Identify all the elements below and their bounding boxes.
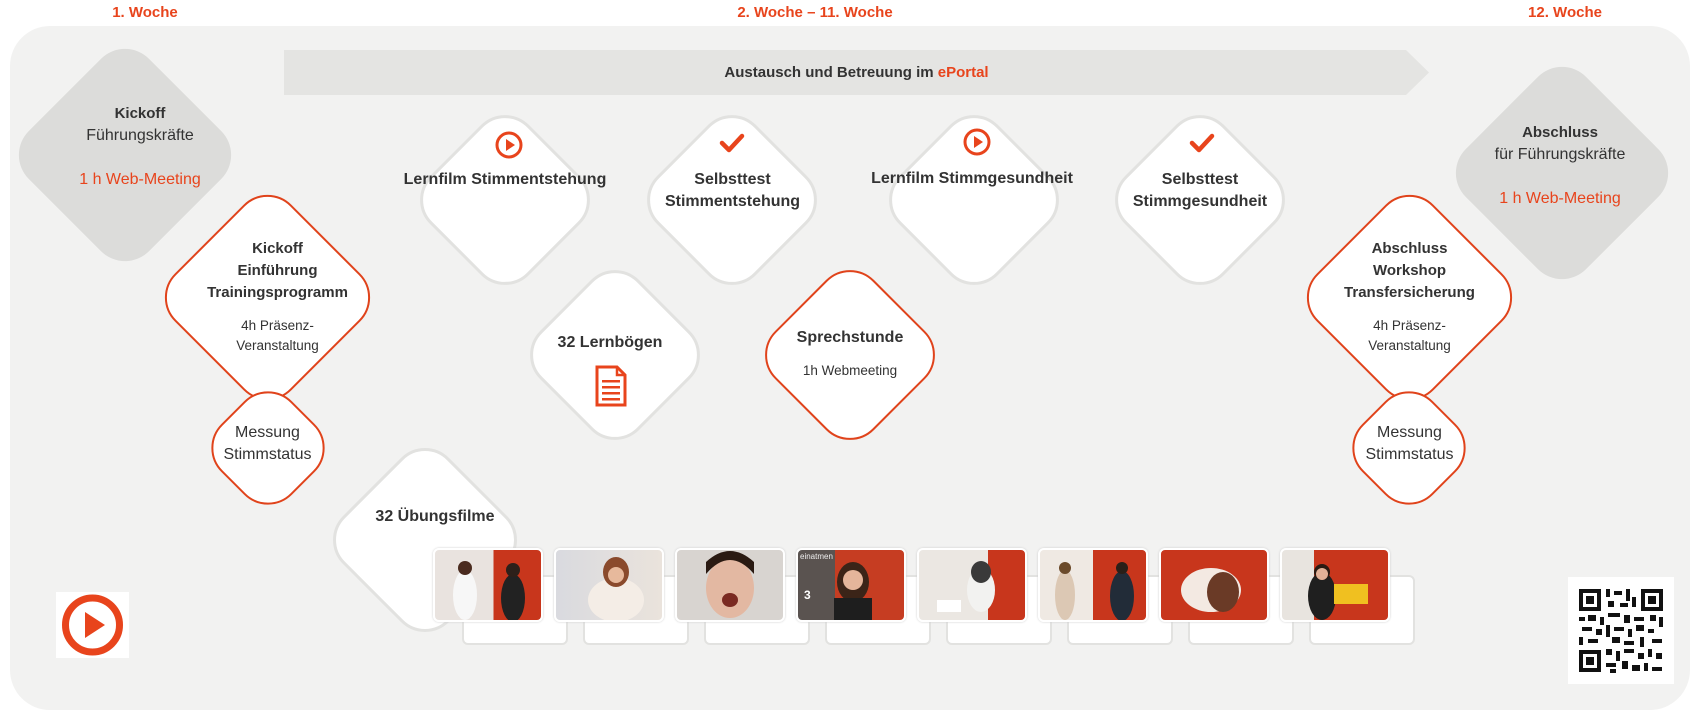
qr-code-icon[interactable] [1568,577,1674,684]
video-thumbnail-6[interactable] [1038,548,1148,622]
week-1-label: 1. Woche [112,4,178,21]
play-icon [494,130,524,160]
week-2-11-label: 2. Woche – 11. Woche [737,4,893,21]
kickoff-training-line2: Einführung [237,262,318,279]
kickoff-training-detail2: Veranstaltung [236,338,319,353]
abschluss-workshop-text: Abschluss Workshop Transfersicherung 4h … [1344,240,1475,353]
measurement-right-text: Messung Stimmstatus [1365,424,1454,463]
eportal-highlight: ePortal [937,64,989,81]
thumbnail-caption: einatmen [800,552,833,561]
abschluss-leaders-title: Abschluss [1522,124,1598,141]
lernfilm-gesundheit-label: Lernfilm Stimmgesundheit [871,170,1073,187]
measurement-left-text: Messung Stimmstatus [223,424,312,463]
check-icon [718,131,746,155]
video-thumbnail-3[interactable] [675,548,785,622]
lernboegen-label: 32 Lernbögen [557,334,663,351]
abschluss-leaders-meeting: 1 h Web-Meeting [1499,190,1621,207]
selbsttest-entstehung-text: Selbsttest Stimmentstehung [664,171,801,210]
kickoff-training-text: Kickoff Einführung Trainingsprogramm 4h … [180,238,375,356]
sprechstunde-text: Sprechstunde 1h Webmeeting [796,329,904,378]
check-icon [1188,131,1216,155]
video-thumbnail-7[interactable] [1159,548,1269,622]
kickoff-training-detail1: 4h Präsenz- [241,318,314,333]
uebungsfilme-label: 32 Übungsfilme [375,508,495,525]
kickoff-leaders-text: Kickoff Führungskräfte 1 h Web-Meeting [45,103,235,191]
eportal-banner-text: Austausch und Betreuung im ePortal [724,64,989,81]
video-thumbnail-2[interactable] [554,548,664,622]
kickoff-leaders-title: Kickoff [114,105,166,122]
video-thumbnail-5[interactable] [917,548,1027,622]
kickoff-training-line1: Kickoff [252,240,303,257]
thumbnail-number: 3 [804,588,811,602]
play-logo-icon[interactable] [56,592,129,658]
selbsttest-gesundheit-text: Selbsttest Stimmgesundheit [1132,171,1268,210]
video-thumbnail-8[interactable] [1280,548,1390,622]
play-icon [962,127,992,157]
video-thumbnail-4[interactable]: einatmen 3 [796,548,906,622]
document-icon [595,365,627,407]
kickoff-leaders-subtitle: Führungskräfte [86,127,194,144]
abschluss-leaders-subtitle: für Führungskräfte [1494,146,1626,163]
abschluss-leaders-text: Abschluss für Führungskräfte 1 h Web-Mee… [1465,122,1655,210]
video-thumbnail-1[interactable] [433,548,543,622]
kickoff-training-line3: Trainingsprogramm [207,284,348,301]
kickoff-leaders-meeting: 1 h Web-Meeting [79,171,201,188]
lernfilm-entstehung-label: Lernfilm Stimmentstehung [403,171,607,188]
week-12-label: 12. Woche [1528,4,1602,21]
